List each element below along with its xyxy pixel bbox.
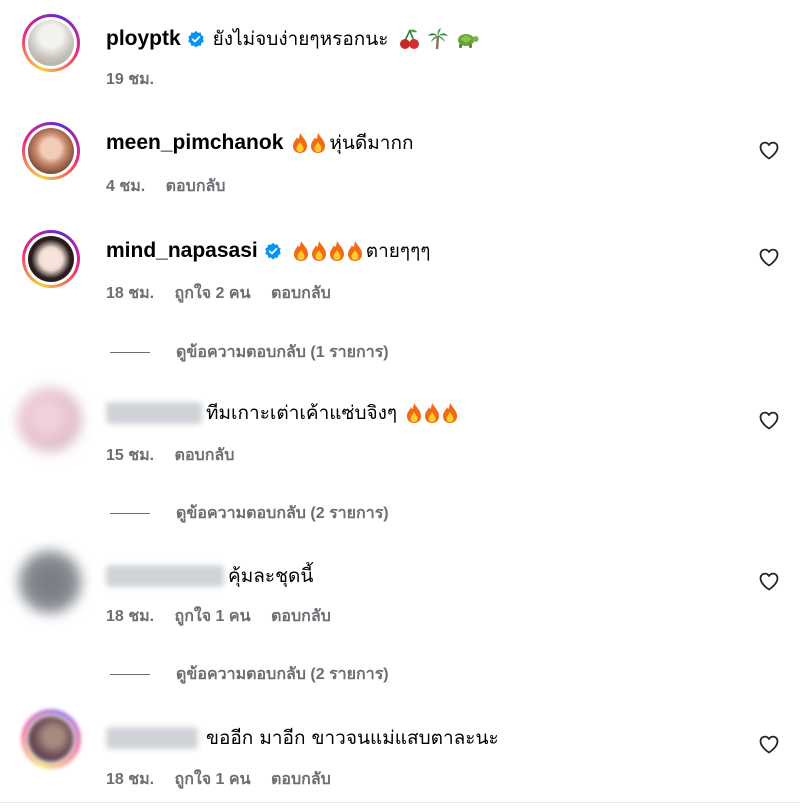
divider [0, 802, 800, 803]
verified-badge-icon [187, 30, 204, 48]
comment-text: ทีมเกาะเต่าเค้าแซ่บจิงๆ [206, 402, 398, 424]
view-replies-button[interactable]: ดูข้อความตอบกลับ (1 รายการ) [110, 340, 389, 365]
turtle-icon [458, 34, 479, 48]
avatar[interactable] [22, 710, 80, 768]
cherry-icon [400, 29, 420, 49]
comment-username[interactable] [106, 727, 198, 749]
avatar[interactable] [22, 122, 80, 180]
comment-text: ตายๆๆๆ [365, 240, 431, 262]
fire-icon [443, 403, 458, 423]
reply-button[interactable]: ตอบกลับ [175, 447, 235, 464]
heart-icon[interactable] [757, 408, 781, 432]
comment-text: หุ่นดีมากก [329, 132, 414, 154]
view-replies-label: ดูข้อความตอบกลับ (1 รายการ) [176, 344, 389, 361]
comment-username[interactable] [106, 565, 224, 587]
comment-username[interactable] [106, 402, 202, 424]
like-count[interactable]: ถูกใจ 1 คน [175, 608, 251, 625]
divider [110, 513, 150, 514]
comment-time: 18 ชม. [106, 285, 155, 302]
fire-icon [293, 241, 308, 261]
avatar[interactable] [22, 14, 80, 72]
heart-icon[interactable] [757, 245, 781, 269]
avatar[interactable] [18, 388, 82, 452]
reply-button[interactable]: ตอบกลับ [166, 178, 226, 195]
comment-username[interactable]: mind_napasasi [106, 238, 258, 264]
fire-icon [329, 241, 344, 261]
comment-meta: 18 ชม. ถูกใจ 2 คน ตอบกลับ [106, 281, 347, 306]
fire-icon [347, 241, 362, 261]
comment-text: ขออีก มาอีก ขาวจนแม่แสบตาละนะ [206, 727, 499, 749]
fire-icon [311, 133, 326, 153]
comment-time: 15 ชม. [106, 447, 155, 464]
comment-time: 18 ชม. [106, 771, 155, 788]
view-replies-label: ดูข้อความตอบกลับ (2 รายการ) [176, 505, 389, 522]
fire-icon [311, 241, 326, 261]
comment-username[interactable]: meen_pimchanok [106, 130, 283, 156]
comments-list: ployptk ยังไม่จบง่ายๆหรอกนะ 19 ชม. meen_… [0, 0, 800, 809]
reply-button[interactable]: ตอบกลับ [271, 285, 331, 302]
view-replies-button[interactable]: ดูข้อความตอบกลับ (2 รายการ) [110, 662, 389, 687]
fire-icon [425, 403, 440, 423]
reply-button[interactable]: ตอบกลับ [271, 771, 331, 788]
comment-text: คุ้มละชุดนี้ [228, 565, 314, 587]
fire-icon [407, 403, 422, 423]
comment-time: 18 ชม. [106, 608, 155, 625]
heart-icon[interactable] [757, 138, 781, 162]
comment-meta: 15 ชม. ตอบกลับ [106, 443, 250, 468]
like-count[interactable]: ถูกใจ 2 คน [175, 285, 251, 302]
comment-username[interactable]: ployptk [106, 26, 181, 52]
avatar[interactable] [22, 230, 80, 288]
view-replies-button[interactable]: ดูข้อความตอบกลับ (2 รายการ) [110, 501, 389, 526]
fire-icon [293, 133, 308, 153]
heart-icon[interactable] [757, 732, 781, 756]
comment-meta: 19 ชม. [106, 67, 170, 92]
comment-meta: 18 ชม. ถูกใจ 1 คน ตอบกลับ [106, 767, 347, 792]
avatar[interactable] [18, 550, 82, 614]
divider [110, 352, 150, 353]
divider [110, 674, 150, 675]
reply-button[interactable]: ตอบกลับ [271, 608, 331, 625]
comment-meta: 18 ชม. ถูกใจ 1 คน ตอบกลับ [106, 604, 347, 629]
view-replies-label: ดูข้อความตอบกลับ (2 รายการ) [176, 666, 389, 683]
palm-tree-icon [428, 28, 449, 50]
heart-icon[interactable] [757, 569, 781, 593]
comment-time: 19 ชม. [106, 71, 155, 88]
verified-badge-icon [264, 242, 281, 260]
comment-meta: 4 ชม. ตอบกลับ [106, 174, 241, 199]
comment-text: ยังไม่จบง่ายๆหรอกนะ [212, 28, 389, 50]
like-count[interactable]: ถูกใจ 1 คน [175, 771, 251, 788]
comment-time: 4 ชม. [106, 178, 146, 195]
